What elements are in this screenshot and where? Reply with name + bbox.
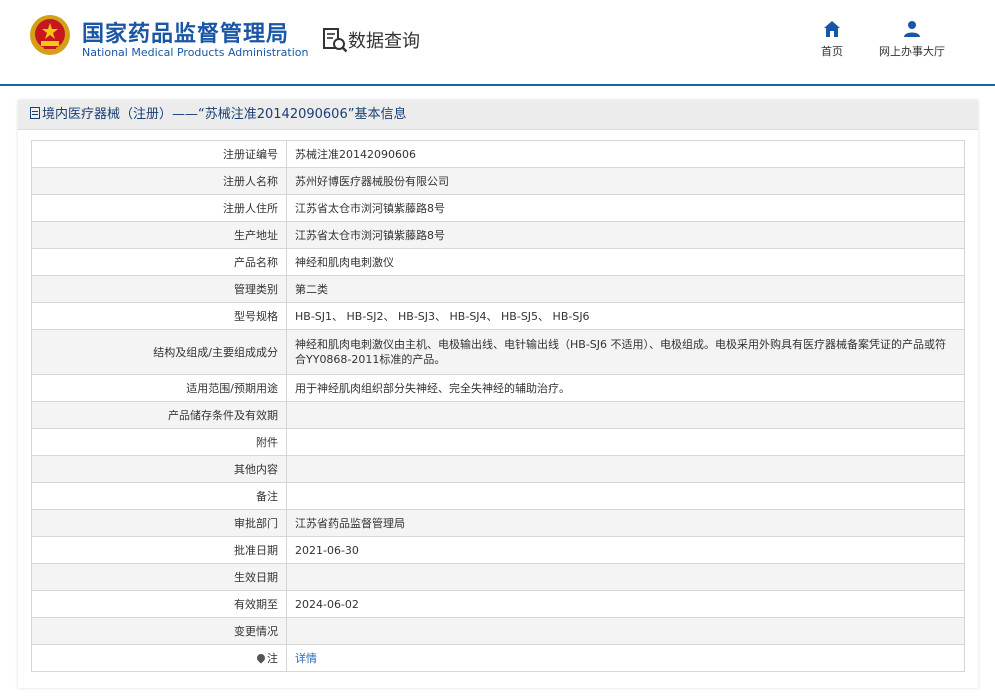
- brand-title-cn: 国家药品监督管理局: [82, 22, 290, 47]
- row-label: 管理类别: [31, 275, 287, 303]
- row-value: 详情: [286, 644, 965, 672]
- table-row: 型号规格 HB-SJ1、 HB-SJ2、 HB-SJ3、 HB-SJ4、 HB-S…: [31, 302, 965, 330]
- data-query-title: 数据查询: [348, 31, 420, 52]
- table-row: 注册人住所 江苏省太仓市浏河镇紫藤路8号: [31, 194, 965, 222]
- map-pin-icon: [255, 652, 267, 664]
- row-value: [286, 455, 965, 483]
- nav-home[interactable]: 首页: [812, 20, 852, 59]
- table-row: 变更情况: [31, 617, 965, 645]
- nav-online-service-hall-label: 网上办事大厅: [879, 45, 945, 58]
- table-row: 生效日期: [31, 563, 965, 591]
- row-value: 江苏省太仓市浏河镇紫藤路8号: [286, 194, 965, 222]
- row-label: 适用范围/预期用途: [31, 374, 287, 402]
- table-row: 产品储存条件及有效期: [31, 401, 965, 429]
- panel-title: 境内医疗器械（注册）——“苏械注准20142090606”基本信息: [42, 107, 407, 122]
- row-label: 结构及组成/主要组成成分: [31, 329, 287, 375]
- row-value: [286, 563, 965, 591]
- note-label: 注: [267, 652, 278, 665]
- row-label: 有效期至: [31, 590, 287, 618]
- row-label: 批准日期: [31, 536, 287, 564]
- row-label: 产品储存条件及有效期: [31, 401, 287, 429]
- national-emblem-icon: [30, 15, 70, 55]
- table-row: 审批部门 江苏省药品监督管理局: [31, 509, 965, 537]
- row-label: 注册人住所: [31, 194, 287, 222]
- panel-header: 境内医疗器械（注册）——“苏械注准20142090606”基本信息: [18, 100, 978, 130]
- brand-title-en: National Medical Products Administration: [82, 46, 309, 59]
- row-value: [286, 401, 965, 429]
- row-label: 产品名称: [31, 248, 287, 276]
- row-label: 备注: [31, 482, 287, 510]
- row-label: 其他内容: [31, 455, 287, 483]
- row-label: 注册人名称: [31, 167, 287, 195]
- row-value: 第二类: [286, 275, 965, 303]
- row-label: 审批部门: [31, 509, 287, 537]
- row-value: 苏械注准20142090606: [286, 140, 965, 168]
- row-value: 2024-06-02: [286, 590, 965, 618]
- row-value: 江苏省太仓市浏河镇紫藤路8号: [286, 221, 965, 249]
- document-icon: [30, 107, 40, 119]
- detail-panel: 境内医疗器械（注册）——“苏械注准20142090606”基本信息 注册证编号苏…: [18, 100, 978, 688]
- nav-home-label: 首页: [821, 45, 843, 58]
- row-value: [286, 482, 965, 510]
- table-row: 有效期至 2024-06-02: [31, 590, 965, 618]
- row-label: 生产地址: [31, 221, 287, 249]
- table-row: 附件: [31, 428, 965, 456]
- table-row: 注册证编号 苏械注准20142090606: [31, 140, 965, 168]
- user-icon: [904, 21, 920, 37]
- row-label: 型号规格: [31, 302, 287, 330]
- table-row: 结构及组成/主要组成成分 神经和肌肉电刺激仪由主机、电极输出线、电针输出线（HB-…: [31, 329, 965, 375]
- nav-online-service-hall[interactable]: 网上办事大厅: [870, 20, 954, 59]
- row-label: 生效日期: [31, 563, 287, 591]
- row-label: 变更情况: [31, 617, 287, 645]
- row-value: 用于神经肌肉组织部分失神经、完全失神经的辅助治疗。: [286, 374, 965, 402]
- row-value: [286, 617, 965, 645]
- row-value: HB-SJ1、 HB-SJ2、 HB-SJ3、 HB-SJ4、 HB-SJ5、 …: [286, 302, 965, 330]
- row-value: 神经和肌肉电刺激仪由主机、电极输出线、电针输出线（HB-SJ6 不适用）、电极组…: [286, 329, 965, 375]
- site-header: 国家药品监督管理局 National Medical Products Admi…: [0, 0, 995, 86]
- table-row: 产品名称 神经和肌肉电刺激仪: [31, 248, 965, 276]
- home-icon: [824, 21, 840, 37]
- table-row: 注 详情: [31, 644, 965, 672]
- data-query-icon: [323, 28, 348, 53]
- table-row: 注册人名称 苏州好博医疗器械股份有限公司: [31, 167, 965, 195]
- detail-link[interactable]: 详情: [295, 652, 317, 665]
- registration-info-table: 注册证编号 苏械注准20142090606 注册人名称 苏州好博医疗器械股份有限公司…: [31, 140, 965, 672]
- row-value: 苏州好博医疗器械股份有限公司: [286, 167, 965, 195]
- row-value: [286, 428, 965, 456]
- row-value: 江苏省药品监督管理局: [286, 509, 965, 537]
- row-label: 附件: [31, 428, 287, 456]
- table-row: 其他内容: [31, 455, 965, 483]
- table-row: 生产地址 江苏省太仓市浏河镇紫藤路8号: [31, 221, 965, 249]
- table-row: 批准日期 2021-06-30: [31, 536, 965, 564]
- row-value: 神经和肌肉电刺激仪: [286, 248, 965, 276]
- table-row: 管理类别 第二类: [31, 275, 965, 303]
- row-label-note: 注: [31, 644, 287, 672]
- row-label: 注册证编号: [31, 140, 287, 168]
- table-row: 适用范围/预期用途 用于神经肌肉组织部分失神经、完全失神经的辅助治疗。: [31, 374, 965, 402]
- table-row: 备注: [31, 482, 965, 510]
- row-value: 2021-06-30: [286, 536, 965, 564]
